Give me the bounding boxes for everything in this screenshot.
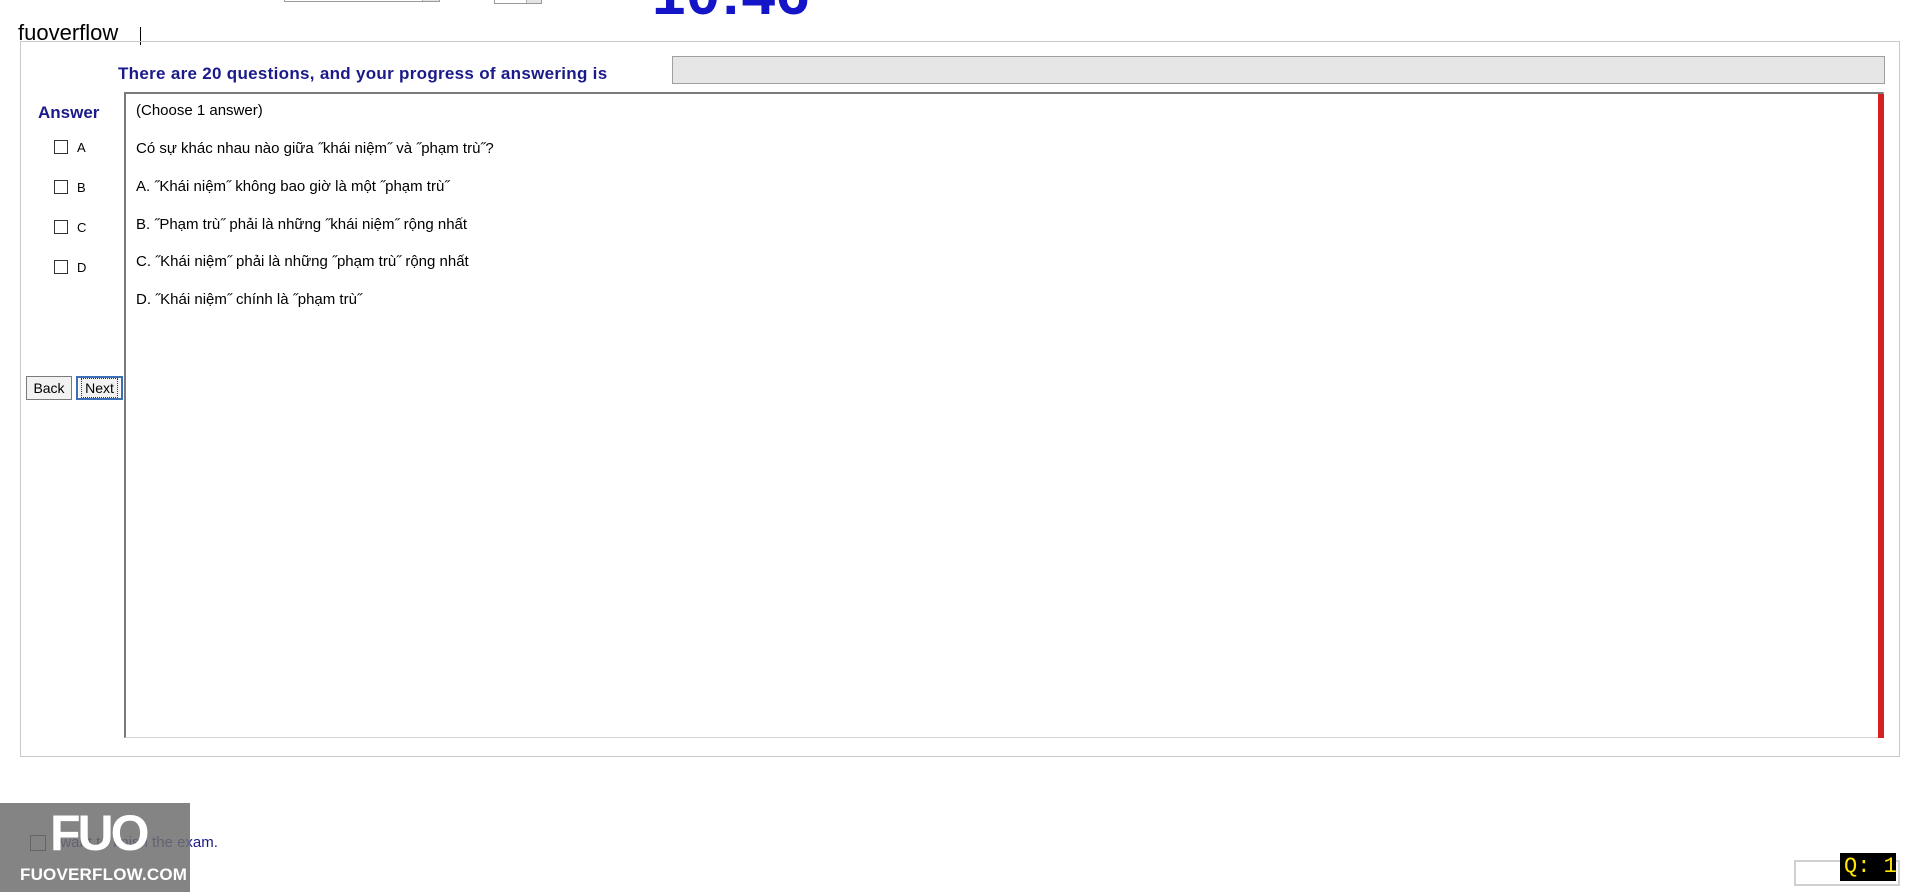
answer-option-a[interactable]: A bbox=[54, 138, 86, 156]
next-button-label: Next bbox=[81, 378, 118, 398]
answer-option-d[interactable]: D bbox=[54, 258, 86, 276]
question-counter: Q: 1 bbox=[1840, 853, 1896, 881]
answer-option-b[interactable]: B bbox=[54, 178, 86, 196]
back-button[interactable]: Back bbox=[26, 376, 72, 400]
answer-option-label: B bbox=[77, 179, 86, 195]
combo-arrow-icon bbox=[422, 0, 439, 1]
checkbox-a[interactable] bbox=[54, 140, 68, 154]
watermark-logo: FUO FUOVERFLOW.COM bbox=[0, 803, 190, 892]
logo-text: FUOVERFLOW.COM bbox=[20, 865, 188, 884]
question-text: Có sự khác nhau nào giữa ˝khái niệm˝ và … bbox=[136, 140, 494, 157]
logo-mark: FUO bbox=[50, 805, 150, 861]
question-instruction: (Choose 1 answer) bbox=[136, 102, 263, 119]
choice-d: D. ˝Khái niệm˝ chính là ˝phạm trù˝ bbox=[136, 291, 362, 308]
answer-option-c[interactable]: C bbox=[54, 218, 86, 236]
spin-arrow-icon bbox=[526, 0, 541, 3]
progress-label: There are 20 questions, and your progres… bbox=[118, 64, 608, 83]
checkbox-c[interactable] bbox=[54, 220, 68, 234]
answer-option-label: C bbox=[77, 219, 87, 235]
progress-bar bbox=[672, 56, 1885, 84]
checkbox-d[interactable] bbox=[54, 260, 68, 274]
scroll-indicator[interactable] bbox=[1878, 94, 1884, 738]
question-panel: (Choose 1 answer) Có sự khác nhau nào gi… bbox=[124, 92, 1884, 738]
answer-option-label: A bbox=[77, 139, 86, 155]
answer-option-label: D bbox=[77, 259, 87, 275]
answer-label: Answer bbox=[38, 103, 100, 122]
next-button[interactable]: Next bbox=[76, 376, 123, 400]
choice-a: A. ˝Khái niệm˝ không bao giờ là một ˝phạ… bbox=[136, 178, 450, 195]
timer: 10:46 bbox=[652, 0, 810, 24]
top-spin-box[interactable] bbox=[494, 0, 542, 4]
checkbox-b[interactable] bbox=[54, 180, 68, 194]
choice-c: C. ˝Khái niệm˝ phải là những ˝phạm trù˝ … bbox=[136, 253, 469, 270]
top-combo-box[interactable] bbox=[284, 0, 440, 2]
choice-b: B. ˝Phạm trù˝ phải là những ˝khái niệm˝ … bbox=[136, 216, 468, 233]
